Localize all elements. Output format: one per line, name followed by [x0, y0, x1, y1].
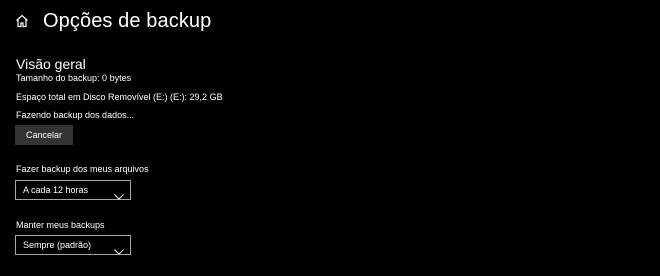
- chevron-down-icon: [114, 242, 124, 255]
- total-space-text: Espaço total em Disco Removível (E:) (E:…: [16, 92, 223, 102]
- overview-heading: Visão geral: [16, 56, 86, 72]
- keep-backups-dropdown[interactable]: Sempre (padrão): [15, 235, 131, 255]
- backup-size-text: Tamanho do backup: 0 bytes: [16, 73, 132, 83]
- page-title: Opções de backup: [43, 9, 212, 32]
- keep-backups-value: Sempre (padrão): [23, 240, 92, 250]
- backup-status-text: Fazendo backup dos dados...: [16, 110, 135, 120]
- cancel-button[interactable]: Cancelar: [15, 125, 73, 145]
- backup-frequency-dropdown[interactable]: A cada 12 horas: [15, 180, 131, 200]
- backup-frequency-value: A cada 12 horas: [23, 185, 89, 195]
- chevron-down-icon: [114, 187, 124, 200]
- backup-frequency-label: Fazer backup dos meus arquivos: [16, 164, 149, 174]
- keep-backups-label: Manter meus backups: [16, 220, 105, 230]
- home-icon[interactable]: [14, 13, 30, 29]
- page-header: Opções de backup: [14, 6, 211, 36]
